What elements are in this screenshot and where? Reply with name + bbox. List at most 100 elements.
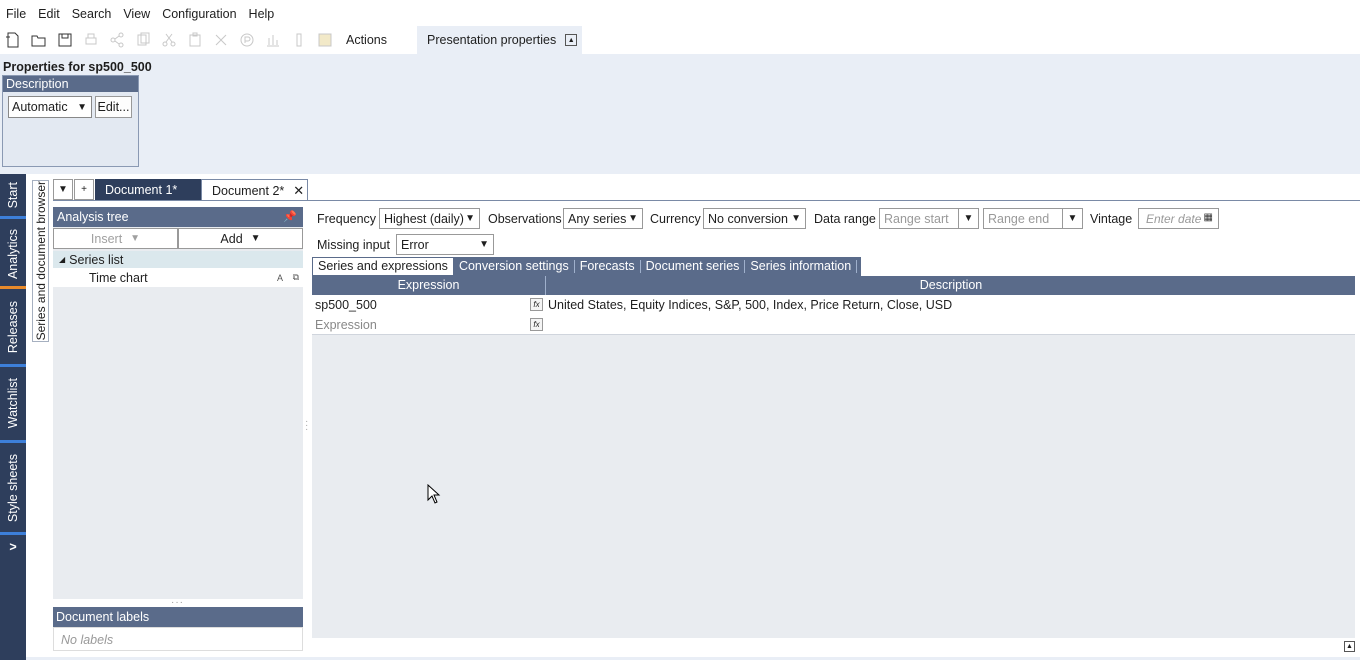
paste-icon[interactable]: [186, 31, 204, 49]
open-folder-icon[interactable]: [30, 31, 48, 49]
highlight-icon[interactable]: [316, 31, 334, 49]
rail-active-indicator: [0, 286, 26, 289]
close-icon[interactable]: ✕: [293, 183, 304, 199]
analysis-tree-list: ◢ Series list Time chart A ⧉: [53, 251, 303, 287]
tab-series-information[interactable]: Series information: [745, 260, 858, 273]
properties-title: Properties for sp500_500: [3, 60, 152, 74]
delete-icon[interactable]: [212, 31, 230, 49]
tab-actions[interactable]: Actions: [346, 33, 387, 47]
observations-value: Any series: [568, 211, 627, 226]
rail-tab-start-label: Start: [6, 181, 20, 209]
chevron-down-icon: ▼: [130, 233, 141, 244]
plus-icon: +: [81, 184, 87, 195]
data-range-label: Data range: [814, 212, 876, 226]
ribbon-panel: [0, 54, 1360, 174]
new-document-icon[interactable]: [4, 31, 22, 49]
rail-tab-releases[interactable]: Releases: [0, 294, 26, 360]
expand-panel-icon[interactable]: ▲: [1344, 641, 1355, 652]
menu-bar: File Edit Search View Configuration Help: [0, 4, 280, 24]
menu-configuration[interactable]: Configuration: [156, 7, 242, 21]
column-header-expression[interactable]: Expression: [312, 276, 546, 295]
tab-document-1[interactable]: Document 1*: [95, 179, 201, 200]
share-icon[interactable]: [108, 31, 126, 49]
rail-expand-button[interactable]: >: [0, 538, 26, 556]
range-start-input[interactable]: Range start ▼: [879, 208, 979, 229]
column-header-description[interactable]: Description: [547, 276, 1355, 295]
vintage-date-input[interactable]: Enter date ▦: [1138, 208, 1219, 229]
tab-presentation-properties[interactable]: Presentation properties ▲: [417, 26, 582, 54]
tab-conversion-settings[interactable]: Conversion settings: [454, 260, 575, 273]
range-end-input[interactable]: Range end ▼: [983, 208, 1083, 229]
chart-icon[interactable]: [264, 31, 282, 49]
chevron-right-icon: >: [9, 540, 17, 554]
add-button[interactable]: Add ▼: [178, 228, 303, 249]
print-icon[interactable]: [82, 31, 100, 49]
chevron-down-icon[interactable]: ▼: [1062, 209, 1082, 228]
rail-tab-start[interactable]: Start: [0, 176, 26, 214]
menu-help[interactable]: Help: [243, 7, 281, 21]
collapse-ribbon-icon[interactable]: ▲: [565, 34, 578, 46]
popout-icon[interactable]: ⧉: [293, 272, 299, 283]
tab-lists[interactable]: Lists: [857, 260, 893, 273]
cut-icon[interactable]: [160, 31, 178, 49]
edit-description-button[interactable]: Edit...: [95, 96, 132, 118]
series-document-browser-tab[interactable]: Series and document browser: [32, 180, 49, 342]
vintage-placeholder: Enter date: [1146, 211, 1202, 226]
vertical-splitter[interactable]: · · ·: [305, 417, 308, 435]
currency-select[interactable]: No conversion ▼: [703, 208, 806, 229]
save-icon[interactable]: [56, 31, 74, 49]
tab-series-expressions[interactable]: Series and expressions: [312, 257, 454, 276]
column-icon[interactable]: [290, 31, 308, 49]
tab-document-1-label: Document 1*: [105, 182, 178, 197]
tree-item-series-list[interactable]: ◢ Series list: [53, 251, 303, 268]
tab-document-2[interactable]: Document 2* ✕: [201, 179, 308, 201]
tab-underline: [53, 200, 1360, 201]
table-row[interactable]: sp500_500 fx United States, Equity Indic…: [312, 295, 1355, 315]
analysis-tree-title: Analysis tree: [57, 210, 129, 224]
analysis-tree-header: Analysis tree 📌: [53, 207, 303, 227]
chevron-down-icon: ▼: [791, 213, 801, 224]
document-labels-header: Document labels: [53, 607, 303, 627]
chevron-down-icon[interactable]: ▼: [958, 209, 978, 228]
tab-document-series[interactable]: Document series: [641, 260, 746, 273]
chevron-down-icon: ▼: [479, 239, 489, 250]
frequency-select[interactable]: Highest (daily) ▼: [379, 208, 480, 229]
rail-tab-watchlist[interactable]: Watchlist: [0, 370, 26, 436]
chevron-down-icon: ▼: [58, 184, 68, 195]
rail-tab-style-sheets[interactable]: Style sheets: [0, 446, 26, 530]
copy-icon[interactable]: [134, 31, 152, 49]
function-icon[interactable]: fx: [530, 298, 543, 311]
menu-search[interactable]: Search: [66, 7, 118, 21]
rail-tab-analytics[interactable]: Analytics: [0, 222, 26, 286]
rail-separator: [0, 532, 26, 535]
tree-item-time-chart[interactable]: Time chart A ⧉: [53, 269, 303, 286]
series-grid: sp500_500 fx United States, Equity Indic…: [312, 295, 1355, 638]
calendar-icon[interactable]: ▦: [1204, 212, 1213, 223]
expression-cell[interactable]: sp500_500: [315, 298, 377, 312]
chevron-down-icon: ▼: [250, 233, 261, 244]
document-list-dropdown[interactable]: ▼: [53, 179, 73, 200]
observations-label: Observations: [488, 212, 562, 226]
description-mode-value: Automatic: [12, 100, 68, 114]
text-style-icon[interactable]: A: [277, 273, 283, 283]
presentation-icon[interactable]: [238, 31, 256, 49]
function-icon[interactable]: fx: [530, 318, 543, 331]
expand-triangle-icon[interactable]: ◢: [59, 255, 65, 264]
menu-view[interactable]: View: [117, 7, 156, 21]
new-document-button[interactable]: +: [74, 179, 94, 200]
rail-separator: [0, 364, 26, 367]
missing-input-select[interactable]: Error ▼: [396, 234, 494, 255]
insert-button[interactable]: Insert ▼: [53, 228, 178, 249]
menu-edit[interactable]: Edit: [32, 7, 66, 21]
description-mode-select[interactable]: Automatic ▼: [8, 96, 92, 118]
vintage-label: Vintage: [1090, 212, 1133, 226]
tab-forecasts[interactable]: Forecasts: [575, 260, 641, 273]
description-group-header: Description: [3, 76, 138, 92]
tab-document-2-label: Document 2*: [212, 183, 285, 198]
pin-icon[interactable]: 📌: [283, 207, 297, 227]
menu-file[interactable]: File: [0, 7, 32, 21]
side-rail: Start Analytics Releases Watchlist Style…: [0, 174, 26, 660]
expression-placeholder-cell[interactable]: Expression: [315, 318, 377, 332]
table-row-new[interactable]: Expression fx: [312, 315, 1355, 335]
observations-select[interactable]: Any series ▼: [563, 208, 643, 229]
